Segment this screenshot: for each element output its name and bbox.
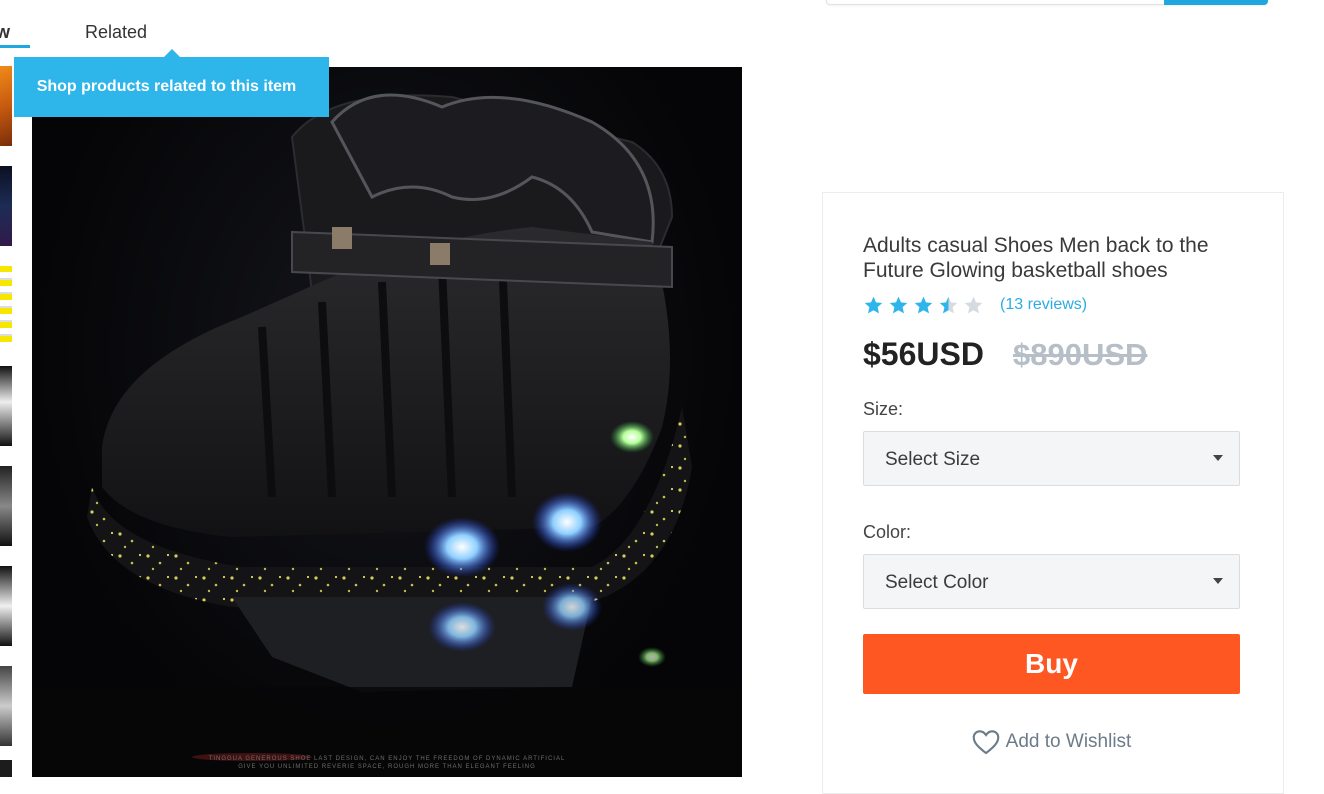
size-select-value: Select Size — [885, 449, 981, 470]
thumbnail-3[interactable] — [0, 266, 12, 346]
buy-button[interactable]: Buy — [863, 634, 1240, 694]
product-main-image: TINGGUA GENEROUS SHOE LAST DESIGN, CAN E… — [32, 67, 742, 777]
star-full-icon — [889, 296, 908, 314]
color-select[interactable]: Select Color — [863, 554, 1240, 609]
heart-icon — [972, 730, 999, 755]
sneaker-illustration — [32, 93, 742, 777]
tab-overview-label: ew — [0, 22, 11, 42]
search-button[interactable] — [1164, 0, 1268, 5]
tab-related-label: Related — [85, 22, 148, 42]
star-full-icon — [864, 296, 883, 314]
star-full-icon — [914, 296, 933, 314]
color-label: Color: — [863, 522, 912, 542]
product-title: Adults casual Shoes Men back to the Futu… — [863, 234, 1209, 282]
image-caption-line-1: TINGGUA GENEROUS SHOE LAST DESIGN, CAN E… — [208, 756, 566, 762]
size-select[interactable]: Select Size — [863, 431, 1240, 486]
add-to-wishlist-button[interactable]: Add to Wishlist — [863, 725, 1240, 759]
tab-related[interactable]: Related — [85, 22, 147, 43]
thumbnail-8[interactable] — [0, 760, 12, 777]
related-tooltip: Shop products related to this item — [14, 49, 329, 117]
thumbnail-2[interactable] — [0, 166, 12, 246]
active-tab-indicator — [0, 45, 30, 48]
tab-overview[interactable]: ew — [0, 22, 10, 43]
image-caption: TINGGUA GENEROUS SHOE LAST DESIGN, CAN E… — [32, 755, 742, 771]
image-caption-line-2: GIVE YOU UNLIMITED REVERIE SPACE, ROUGH … — [238, 764, 536, 770]
search-bar[interactable] — [826, 0, 1268, 5]
original-price: $890USD — [1013, 337, 1148, 372]
rating: (13 reviews) — [863, 295, 1087, 315]
buy-button-label: Buy — [1025, 648, 1078, 679]
caret-down-icon — [1213, 578, 1223, 584]
size-label: Size: — [863, 399, 904, 419]
caret-down-icon — [1213, 455, 1223, 461]
wishlist-label: Add to Wishlist — [1005, 731, 1132, 752]
current-price: $56USD — [863, 336, 984, 372]
color-select-value: Select Color — [885, 572, 989, 593]
thumbnail-7[interactable] — [0, 666, 12, 746]
thumbnail-4[interactable] — [0, 366, 12, 446]
product-panel: Adults casual Shoes Men back to the Futu… — [822, 192, 1284, 794]
star-empty-icon — [964, 296, 983, 314]
related-tooltip-text: Shop products related to this item — [36, 78, 297, 95]
thumbnail-6[interactable] — [0, 566, 12, 646]
thumbnail-5[interactable] — [0, 466, 12, 546]
star-half-icon — [939, 296, 958, 314]
reviews-link[interactable]: (13 reviews) — [1000, 296, 1087, 314]
thumbnail-1[interactable] — [0, 66, 12, 146]
